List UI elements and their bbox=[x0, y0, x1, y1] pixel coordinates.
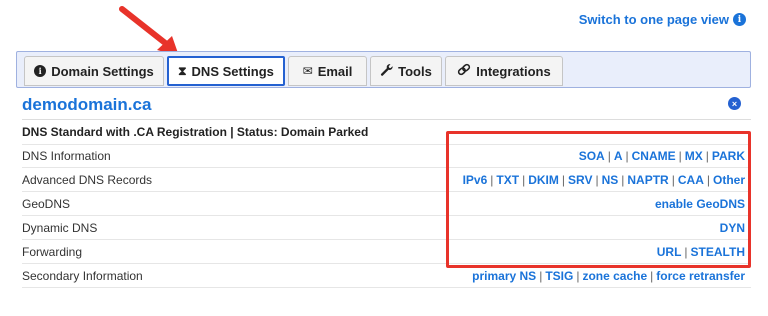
dns-link[interactable]: CNAME bbox=[632, 149, 676, 163]
link-separator: | bbox=[705, 149, 709, 163]
tab-label: Email bbox=[317, 63, 353, 79]
link-separator: | bbox=[625, 149, 629, 163]
settings-row: Advanced DNS Records IPv6 | TXT | DKIM | SRV | NS… bbox=[22, 168, 751, 192]
dns-link[interactable]: enable GeoDNS bbox=[655, 197, 745, 211]
row-label: Advanced DNS Records bbox=[22, 172, 153, 187]
link-separator: | bbox=[595, 172, 599, 187]
tab-dns-settings[interactable]: ⧗ DNS Settings bbox=[167, 56, 285, 86]
tab-email[interactable]: ✉ Email bbox=[288, 56, 367, 86]
row-label: Dynamic DNS bbox=[22, 220, 98, 235]
tab-label: Integrations bbox=[476, 63, 551, 79]
dns-link[interactable]: NAPTR bbox=[627, 173, 668, 187]
dns-link[interactable]: MX bbox=[685, 149, 703, 163]
link-separator: | bbox=[490, 172, 494, 187]
switch-view-link[interactable]: Switch to one page view i bbox=[579, 12, 746, 27]
row-links: IPv6 | TXT | DKIM | SRV | NS | NAPTR | CAA | Other bbox=[463, 173, 751, 187]
tab-tools[interactable]: Tools bbox=[370, 56, 442, 86]
settings-row: DNS Information SOA | A | CNAME | MX | PARK bbox=[22, 144, 751, 168]
link-separator: | bbox=[539, 268, 543, 283]
info-icon: i bbox=[733, 13, 746, 26]
dns-link[interactable]: URL bbox=[657, 245, 682, 259]
domain-title: demodomain.ca bbox=[22, 95, 152, 114]
link-separator: | bbox=[650, 268, 654, 283]
dns-link[interactable]: TXT bbox=[496, 173, 519, 187]
settings-row: GeoDNS enable GeoDNS bbox=[22, 192, 751, 216]
dns-link[interactable]: SOA bbox=[579, 149, 605, 163]
link-separator: | bbox=[576, 268, 580, 283]
dns-link[interactable]: A bbox=[614, 149, 623, 163]
dns-link[interactable]: force retransfer bbox=[656, 269, 745, 283]
row-links: SOA | A | CNAME | MX | PARK bbox=[579, 149, 751, 163]
dns-link[interactable]: DYN bbox=[720, 221, 745, 235]
link-separator: | bbox=[684, 244, 688, 259]
tab-label: DNS Settings bbox=[191, 63, 274, 79]
row-label: GeoDNS bbox=[22, 196, 71, 211]
dns-link[interactable]: NS bbox=[602, 173, 619, 187]
link-separator: | bbox=[621, 172, 625, 187]
row-label: Forwarding bbox=[22, 244, 83, 259]
row-links: enable GeoDNS bbox=[655, 197, 751, 211]
link-separator: | bbox=[671, 172, 675, 187]
settings-row: Secondary Information primary NS | TSIG | zon… bbox=[22, 264, 751, 288]
dns-link[interactable]: TSIG bbox=[545, 269, 573, 283]
tab-bar: i Domain Settings ⧗ DNS Settings ✉ Email… bbox=[16, 51, 751, 88]
close-icon[interactable]: × bbox=[728, 97, 741, 110]
dns-link[interactable]: PARK bbox=[712, 149, 745, 163]
wrench-icon bbox=[380, 63, 393, 79]
dns-link[interactable]: Other bbox=[713, 173, 745, 187]
divider bbox=[22, 119, 751, 120]
link-separator: | bbox=[678, 149, 682, 163]
dns-link[interactable]: DKIM bbox=[528, 173, 559, 187]
link-separator: | bbox=[561, 172, 565, 187]
info-circle-icon: i bbox=[34, 65, 47, 77]
dns-link[interactable]: zone cache bbox=[582, 269, 647, 283]
envelope-icon: ✉ bbox=[302, 64, 313, 78]
dns-link[interactable]: CAA bbox=[678, 173, 704, 187]
link-separator: | bbox=[522, 172, 526, 187]
row-label: Secondary Information bbox=[22, 268, 143, 283]
tab-domain-settings[interactable]: i Domain Settings bbox=[24, 56, 164, 86]
row-links: URL | STEALTH bbox=[657, 245, 751, 259]
dns-settings-list: DNS Information SOA | A | CNAME | MX | PARK Advanc… bbox=[22, 144, 751, 288]
row-label: DNS Information bbox=[22, 149, 111, 163]
row-links: primary NS | TSIG | zone cache | force retrans… bbox=[472, 269, 751, 283]
tab-label: Tools bbox=[398, 63, 432, 79]
settings-row: Forwarding URL | STEALTH bbox=[22, 240, 751, 264]
link-icon bbox=[457, 63, 471, 79]
tab-label: Domain Settings bbox=[51, 63, 154, 79]
dns-link[interactable]: IPv6 bbox=[463, 173, 488, 187]
link-separator: | bbox=[607, 149, 611, 163]
dns-link[interactable]: primary NS bbox=[472, 269, 536, 283]
dns-link[interactable]: SRV bbox=[568, 173, 592, 187]
tab-integrations[interactable]: Integrations bbox=[445, 56, 563, 86]
hourglass-icon: ⧗ bbox=[178, 63, 187, 78]
dns-link[interactable]: STEALTH bbox=[691, 245, 745, 259]
settings-row: Dynamic DNS DYN bbox=[22, 216, 751, 240]
domain-status-subtitle: DNS Standard with .CA Registration | Sta… bbox=[22, 125, 369, 139]
switch-view-label: Switch to one page view bbox=[578, 12, 729, 27]
row-links: DYN bbox=[720, 221, 751, 235]
link-separator: | bbox=[706, 172, 710, 187]
